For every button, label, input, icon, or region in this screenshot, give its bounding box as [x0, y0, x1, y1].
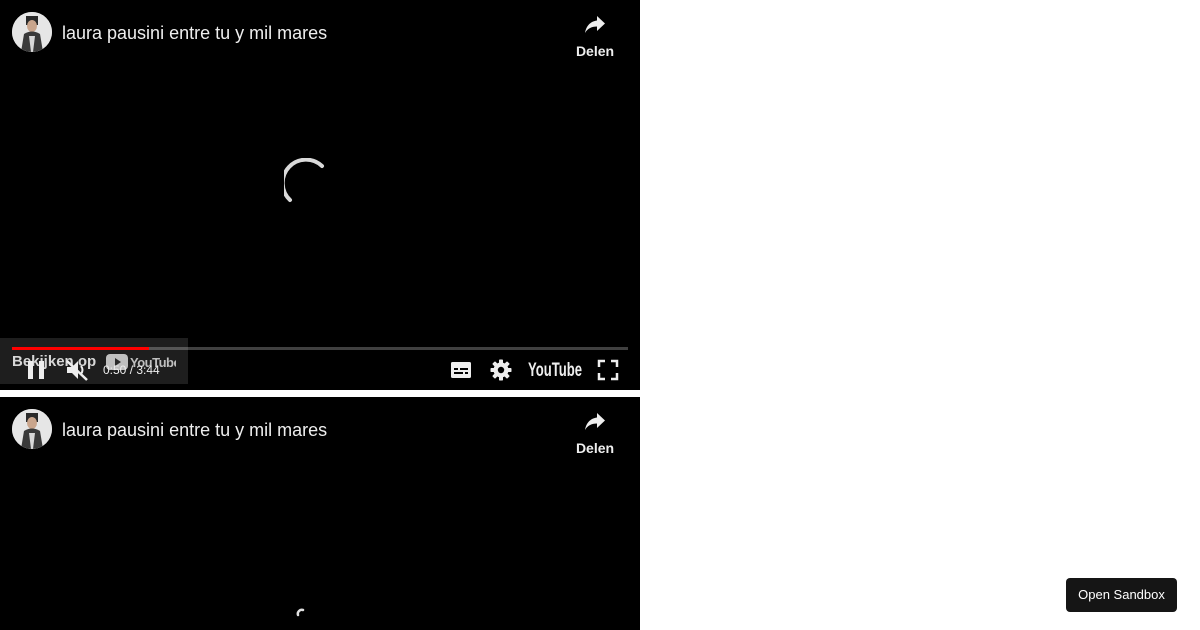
time-display: 0:50 / 3:44 [103, 363, 160, 377]
open-sandbox-button[interactable]: Open Sandbox [1066, 578, 1177, 612]
video-title[interactable]: laura pausini entre tu y mil mares [62, 419, 327, 441]
share-button[interactable]: Delen [568, 12, 622, 62]
subtitles-button[interactable] [449, 358, 473, 382]
video-title[interactable]: laura pausini entre tu y mil mares [62, 22, 327, 44]
page: laura pausini entre tu y mil mares Delen… [0, 0, 1200, 630]
video-player-2[interactable]: laura pausini entre tu y mil mares Delen [0, 397, 640, 630]
pause-icon [28, 361, 44, 379]
gear-icon [490, 359, 512, 381]
progress-bar[interactable] [12, 347, 628, 350]
youtube-wordmark-text: YouTube [528, 360, 582, 381]
mute-button[interactable] [64, 358, 90, 382]
video-player-1[interactable]: laura pausini entre tu y mil mares Delen… [0, 0, 640, 390]
current-time: 0:50 [103, 363, 127, 377]
time-separator: / [126, 363, 137, 377]
share-arrow-icon [585, 413, 605, 430]
subtitles-icon [451, 362, 471, 378]
fullscreen-icon [597, 359, 619, 381]
loading-spinner-icon [296, 608, 305, 617]
channel-avatar[interactable] [12, 409, 52, 449]
player-top-bar: laura pausini entre tu y mil mares Delen [0, 0, 640, 66]
duration: 3:44 [136, 363, 160, 377]
share-label: Delen [575, 440, 615, 456]
progress-played [12, 347, 150, 350]
channel-avatar[interactable] [12, 12, 52, 52]
fullscreen-button[interactable] [596, 358, 620, 382]
player-top-bar: laura pausini entre tu y mil mares Delen [0, 397, 640, 463]
pause-button[interactable] [24, 358, 48, 382]
settings-button[interactable] [489, 358, 513, 382]
loading-spinner-icon [284, 158, 324, 202]
share-arrow-icon [585, 16, 605, 33]
youtube-logo-button[interactable]: YouTube [528, 359, 584, 381]
share-button[interactable]: Delen [568, 409, 622, 459]
youtube-wordmark-icon: YouTube [528, 360, 582, 381]
share-label: Delen [575, 43, 615, 59]
muted-speaker-icon [66, 360, 88, 381]
